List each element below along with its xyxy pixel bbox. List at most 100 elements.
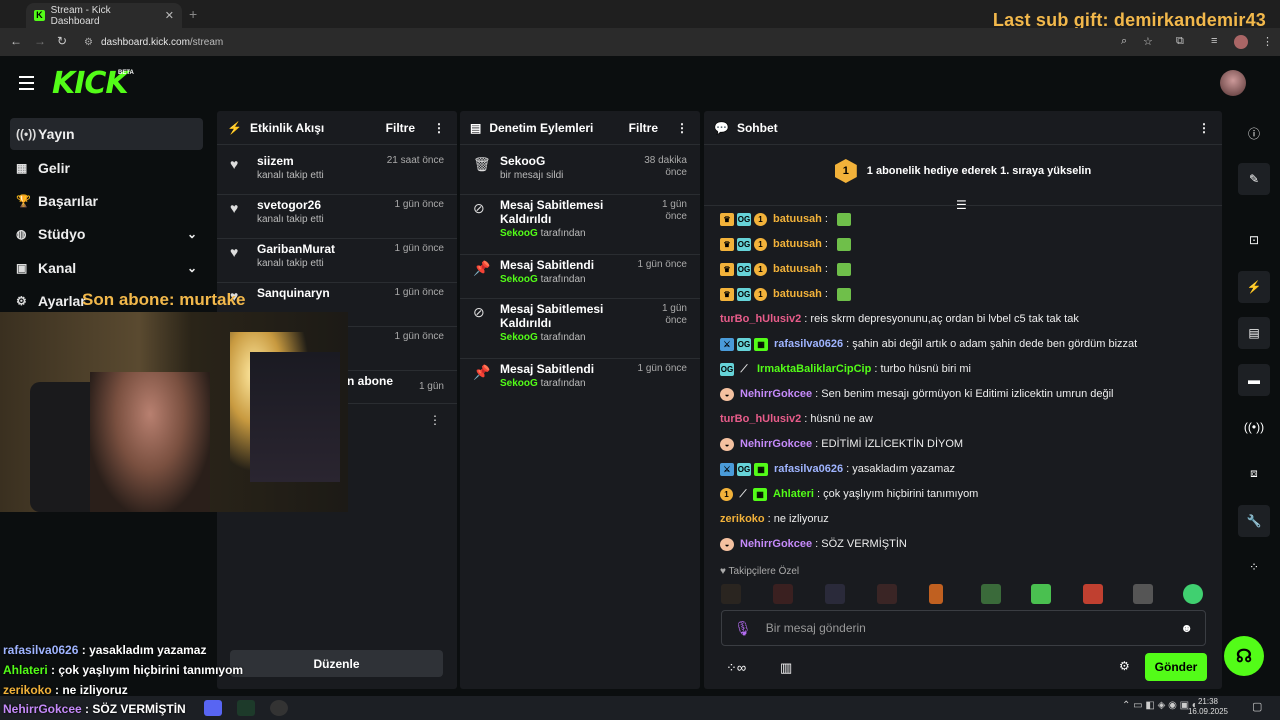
- chat-username[interactable]: turBo_hUlusiv2: [720, 413, 801, 425]
- og-badge-icon[interactable]: OG: [737, 287, 751, 301]
- sidebar-item-kanal[interactable]: ▣ Kanal ⌄: [10, 252, 203, 284]
- og-badge-icon[interactable]: OG: [737, 262, 751, 276]
- chat-filter-icon[interactable]: ☰: [956, 198, 967, 212]
- emote-thumb[interactable]: [877, 584, 897, 604]
- reload-icon[interactable]: ↻: [57, 34, 67, 48]
- chat-username[interactable]: IrmaktaBaliklarCipCip: [757, 363, 871, 375]
- chat-username[interactable]: NehirrGokcee: [740, 388, 812, 400]
- chat-username[interactable]: zerikoko: [720, 513, 765, 525]
- moderator-badge-icon[interactable]: ⚔: [720, 462, 734, 476]
- chat-emote[interactable]: [836, 287, 851, 301]
- kick-points-icon[interactable]: ⁘∞: [726, 660, 746, 676]
- emote-thumb[interactable]: [721, 584, 741, 604]
- headset-help-icon[interactable]: ☊: [1224, 636, 1264, 676]
- sidebar-item-basarilar[interactable]: 🏆 Başarılar: [10, 185, 203, 217]
- chat-username[interactable]: batuusah: [773, 288, 822, 300]
- store-icon[interactable]: ▥: [780, 660, 792, 676]
- chevron-down-icon[interactable]: ⌄: [187, 261, 197, 275]
- url-field[interactable]: ⚙ dashboard.kick.com/stream: [84, 32, 1164, 52]
- chat-emote[interactable]: [836, 237, 851, 251]
- emote-thumb[interactable]: [1031, 584, 1051, 604]
- chat-bubble-icon[interactable]: ▬: [1238, 364, 1270, 396]
- activity-filter-button[interactable]: Filtre: [386, 121, 415, 135]
- notifications-icon[interactable]: ▢: [1252, 700, 1262, 713]
- chat-username[interactable]: NehirrGokcee: [740, 538, 812, 550]
- crown-badge-icon[interactable]: ♛: [720, 262, 734, 276]
- event-user[interactable]: svetogor26: [257, 198, 382, 212]
- activity-more-icon[interactable]: ⋮: [433, 121, 445, 135]
- event-user[interactable]: GaribanMurat: [257, 242, 382, 256]
- subpanel-more-icon[interactable]: ⋮: [429, 413, 441, 427]
- sword-badge-icon[interactable]: ⟋: [736, 488, 750, 501]
- edit-layout-button[interactable]: Düzenle: [230, 650, 443, 677]
- emoji-icon[interactable]: ☻: [1180, 621, 1193, 635]
- emote-thumb[interactable]: [981, 584, 1001, 604]
- vip-badge-icon[interactable]: ◒: [720, 437, 734, 451]
- emote-thumb[interactable]: [1083, 584, 1103, 604]
- crown-badge-icon[interactable]: ♛: [720, 212, 734, 226]
- chat-emote[interactable]: [836, 212, 851, 226]
- gift-badge-icon[interactable]: ▦: [754, 462, 768, 476]
- broadcast-icon[interactable]: ((•)): [1238, 411, 1270, 443]
- site-info-icon[interactable]: ⚙: [84, 37, 93, 48]
- media-icon[interactable]: ≡: [1211, 35, 1217, 47]
- sub-badge-icon[interactable]: 1: [754, 237, 767, 251]
- og-badge-icon[interactable]: OG: [720, 362, 734, 376]
- chat-username[interactable]: rafasilva0626: [774, 338, 843, 350]
- forward-icon[interactable]: →: [34, 34, 46, 48]
- emote-thumb[interactable]: [929, 584, 943, 604]
- edit-pen-icon[interactable]: ✎: [1238, 163, 1270, 195]
- moderation-more-icon[interactable]: ⋮: [676, 121, 688, 135]
- taskbar-clock[interactable]: 21:38 16.09.2025: [1188, 697, 1228, 717]
- mod-event-title[interactable]: SekooG: [500, 154, 625, 168]
- lightning-icon[interactable]: ⚡: [1238, 271, 1270, 303]
- chat-username[interactable]: NehirrGokcee: [740, 438, 812, 450]
- profile-avatar-small[interactable]: [1234, 35, 1248, 49]
- layout-icon[interactable]: ⧈: [1238, 457, 1270, 489]
- og-badge-icon[interactable]: OG: [737, 337, 751, 351]
- terminal-app-icon[interactable]: [237, 700, 255, 716]
- vip-badge-icon[interactable]: ◒: [720, 537, 734, 551]
- sword-badge-icon[interactable]: ⟋: [737, 363, 751, 376]
- kick-points-icon[interactable]: ⁘: [1238, 551, 1270, 583]
- crown-badge-icon[interactable]: ♛: [720, 237, 734, 251]
- og-badge-icon[interactable]: OG: [737, 237, 751, 251]
- gift-sub-banner[interactable]: 1 1 abonelik hediye ederek 1. sıraya yük…: [704, 148, 1222, 194]
- event-user[interactable]: siizem: [257, 154, 382, 168]
- tray-icons[interactable]: ⌃ ▭ ◧ ◈ ◉ ▣ ◐: [1122, 700, 1198, 711]
- crown-badge-icon[interactable]: ♛: [720, 287, 734, 301]
- chat-username[interactable]: batuusah: [773, 238, 822, 250]
- new-tab-icon[interactable]: +: [189, 6, 197, 22]
- chat-emote[interactable]: [836, 262, 851, 276]
- browser-menu-icon[interactable]: ⋮: [1262, 35, 1273, 48]
- obs-app-icon[interactable]: [270, 700, 288, 716]
- sub-badge-icon[interactable]: 1: [754, 262, 767, 276]
- emote-thumb[interactable]: [1133, 584, 1153, 604]
- vip-badge-icon[interactable]: ◒: [720, 387, 734, 401]
- discord-app-icon[interactable]: [204, 700, 222, 716]
- info-icon[interactable]: ⓘ: [1238, 117, 1270, 149]
- mod-event-user[interactable]: SekooG: [500, 332, 538, 343]
- mod-event-user[interactable]: SekooG: [500, 378, 538, 389]
- sidebar-item-yayin[interactable]: ((•)) Yayın: [10, 118, 203, 150]
- document-icon[interactable]: ▤: [1238, 317, 1270, 349]
- chat-username[interactable]: batuusah: [773, 263, 822, 275]
- chat-username[interactable]: Ahlateri: [773, 488, 814, 500]
- user-avatar[interactable]: [1220, 70, 1246, 96]
- zoom-icon[interactable]: ⌕: [1121, 35, 1127, 48]
- emote-thumb[interactable]: [773, 584, 793, 604]
- send-button[interactable]: Gönder: [1145, 653, 1207, 681]
- gift-badge-icon[interactable]: ▦: [753, 487, 767, 501]
- extensions-icon[interactable]: ⧉: [1176, 35, 1184, 48]
- mod-event-user[interactable]: SekooG: [500, 274, 538, 285]
- microphone-icon[interactable]: 🎙: [734, 620, 752, 637]
- emote-thumb[interactable]: [1183, 584, 1203, 604]
- sidebar-item-gelir[interactable]: ▦ Gelir: [10, 152, 203, 184]
- sub-badge-icon[interactable]: 1: [754, 212, 767, 226]
- kick-logo[interactable]: KICK: [52, 66, 129, 101]
- close-tab-icon[interactable]: ✕: [165, 9, 174, 22]
- chat-username[interactable]: turBo_hUlusiv2: [720, 313, 801, 325]
- moderator-badge-icon[interactable]: ⚔: [720, 337, 734, 351]
- chat-username[interactable]: rafasilva0626: [774, 463, 843, 475]
- chat-settings-icon[interactable]: ⚙: [1119, 659, 1130, 673]
